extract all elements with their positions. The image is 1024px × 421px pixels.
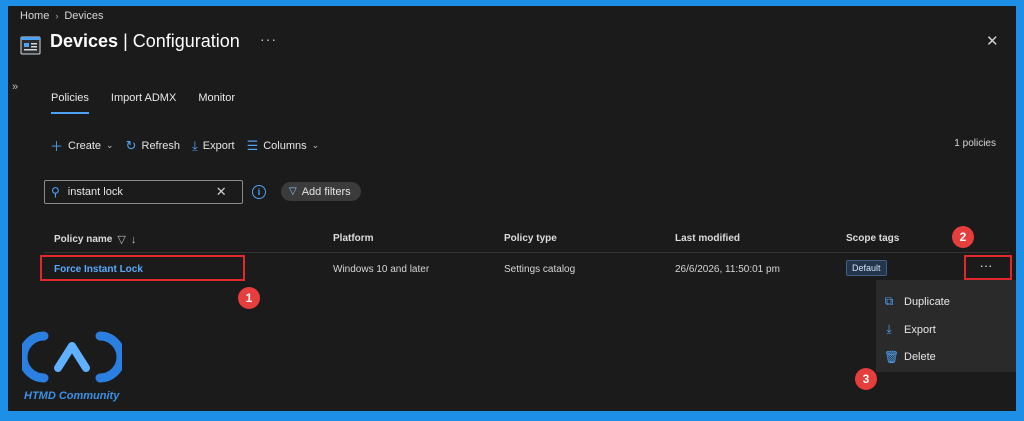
- scope-tag-badge: Default: [846, 260, 887, 276]
- chevron-down-icon: ⌄: [311, 140, 320, 150]
- add-filters-button[interactable]: ▽ Add filters: [281, 182, 361, 201]
- policy-count: 1 policies: [954, 138, 996, 149]
- column-header-policy-name[interactable]: Policy name ▽ ↓: [54, 233, 137, 247]
- page-title: Devices | Configuration: [50, 31, 240, 52]
- create-label: Create: [68, 139, 102, 152]
- expand-sidebar-icon[interactable]: »: [12, 81, 18, 93]
- callout-badge-2: 2: [952, 226, 974, 248]
- column-header-last-modified[interactable]: Last modified: [675, 233, 740, 244]
- watermark-text: HTMD Community: [24, 390, 120, 402]
- menu-item-export[interactable]: ⤓ Export: [884, 322, 936, 337]
- search-input[interactable]: [65, 185, 210, 199]
- highlight-box-policy: [40, 255, 245, 281]
- column-header-platform[interactable]: Platform: [333, 233, 374, 244]
- download-icon: ⤓: [192, 137, 198, 153]
- plus-icon: ＋: [50, 139, 64, 154]
- refresh-icon: ↻: [125, 137, 137, 153]
- chevron-down-icon: ⌄: [106, 140, 114, 150]
- add-filters-label: Add filters: [301, 185, 351, 198]
- download-icon: ⤓: [886, 322, 892, 336]
- chevron-right-icon: ›: [55, 11, 59, 21]
- device-config-icon: [20, 36, 41, 55]
- tab-bar: Policies Import ADMX Monitor: [51, 92, 235, 114]
- title-more-icon[interactable]: ···: [260, 31, 277, 47]
- menu-label-delete: Delete: [904, 351, 936, 363]
- search-box[interactable]: ⚲ ✕: [44, 180, 243, 204]
- tab-monitor[interactable]: Monitor: [198, 92, 235, 114]
- column-header-scope-tags[interactable]: Scope tags: [846, 233, 899, 244]
- policy-last-modified: 26/6/2026, 11:50:01 pm: [675, 264, 780, 275]
- close-icon[interactable]: ✕: [986, 32, 999, 50]
- highlight-box-more: [964, 255, 1012, 280]
- app-window: Home › Devices Devices | Configuration ·…: [8, 6, 1016, 411]
- refresh-button[interactable]: ↻ Refresh: [126, 138, 180, 154]
- filter-icon[interactable]: ▽: [117, 233, 125, 246]
- create-button[interactable]: ＋ Create ⌄: [50, 136, 114, 155]
- columns-button[interactable]: ☰ Columns ⌄: [247, 138, 320, 154]
- page-title-rest: | Configuration: [118, 31, 240, 51]
- trash-icon: 🗑: [884, 350, 900, 364]
- page-title-bold: Devices: [50, 31, 119, 51]
- columns-label: Columns: [263, 139, 307, 152]
- callout-badge-3: 3: [855, 368, 877, 390]
- context-menu: ⧉ Duplicate ⤓ Export 🗑 Delete: [876, 280, 1016, 372]
- tab-policies[interactable]: Policies: [51, 92, 89, 114]
- info-icon[interactable]: i: [252, 185, 266, 199]
- columns-icon: ☰: [246, 137, 259, 153]
- export-label: Export: [202, 139, 235, 152]
- menu-label-export: Export: [904, 323, 936, 336]
- tab-import-admx[interactable]: Import ADMX: [111, 92, 176, 114]
- htmd-logo-icon: [22, 331, 122, 383]
- refresh-label: Refresh: [141, 139, 181, 152]
- filter-icon: ▽: [289, 186, 297, 197]
- policy-type: Settings catalog: [504, 264, 576, 275]
- export-button[interactable]: ⤓ Export: [192, 138, 235, 154]
- menu-item-duplicate[interactable]: ⧉ Duplicate: [884, 294, 950, 309]
- copy-icon: ⧉: [884, 294, 894, 308]
- menu-label-duplicate: Duplicate: [904, 295, 950, 308]
- sort-down-icon[interactable]: ↓: [131, 234, 137, 246]
- breadcrumb-home[interactable]: Home: [20, 10, 49, 22]
- column-label-policy-name: Policy name: [54, 234, 113, 245]
- toolbar: ＋ Create ⌄ ↻ Refresh ⤓ Export ☰ Columns …: [50, 136, 331, 155]
- callout-badge-1: 1: [238, 287, 260, 309]
- menu-item-delete[interactable]: 🗑 Delete: [884, 350, 936, 364]
- policy-platform: Windows 10 and later: [333, 264, 430, 275]
- breadcrumb: Home › Devices: [20, 10, 103, 22]
- header-divider: [44, 252, 1010, 253]
- breadcrumb-devices[interactable]: Devices: [64, 10, 103, 22]
- column-header-policy-type[interactable]: Policy type: [504, 233, 557, 244]
- search-icon: ⚲: [51, 185, 60, 199]
- clear-search-icon[interactable]: ✕: [216, 184, 227, 200]
